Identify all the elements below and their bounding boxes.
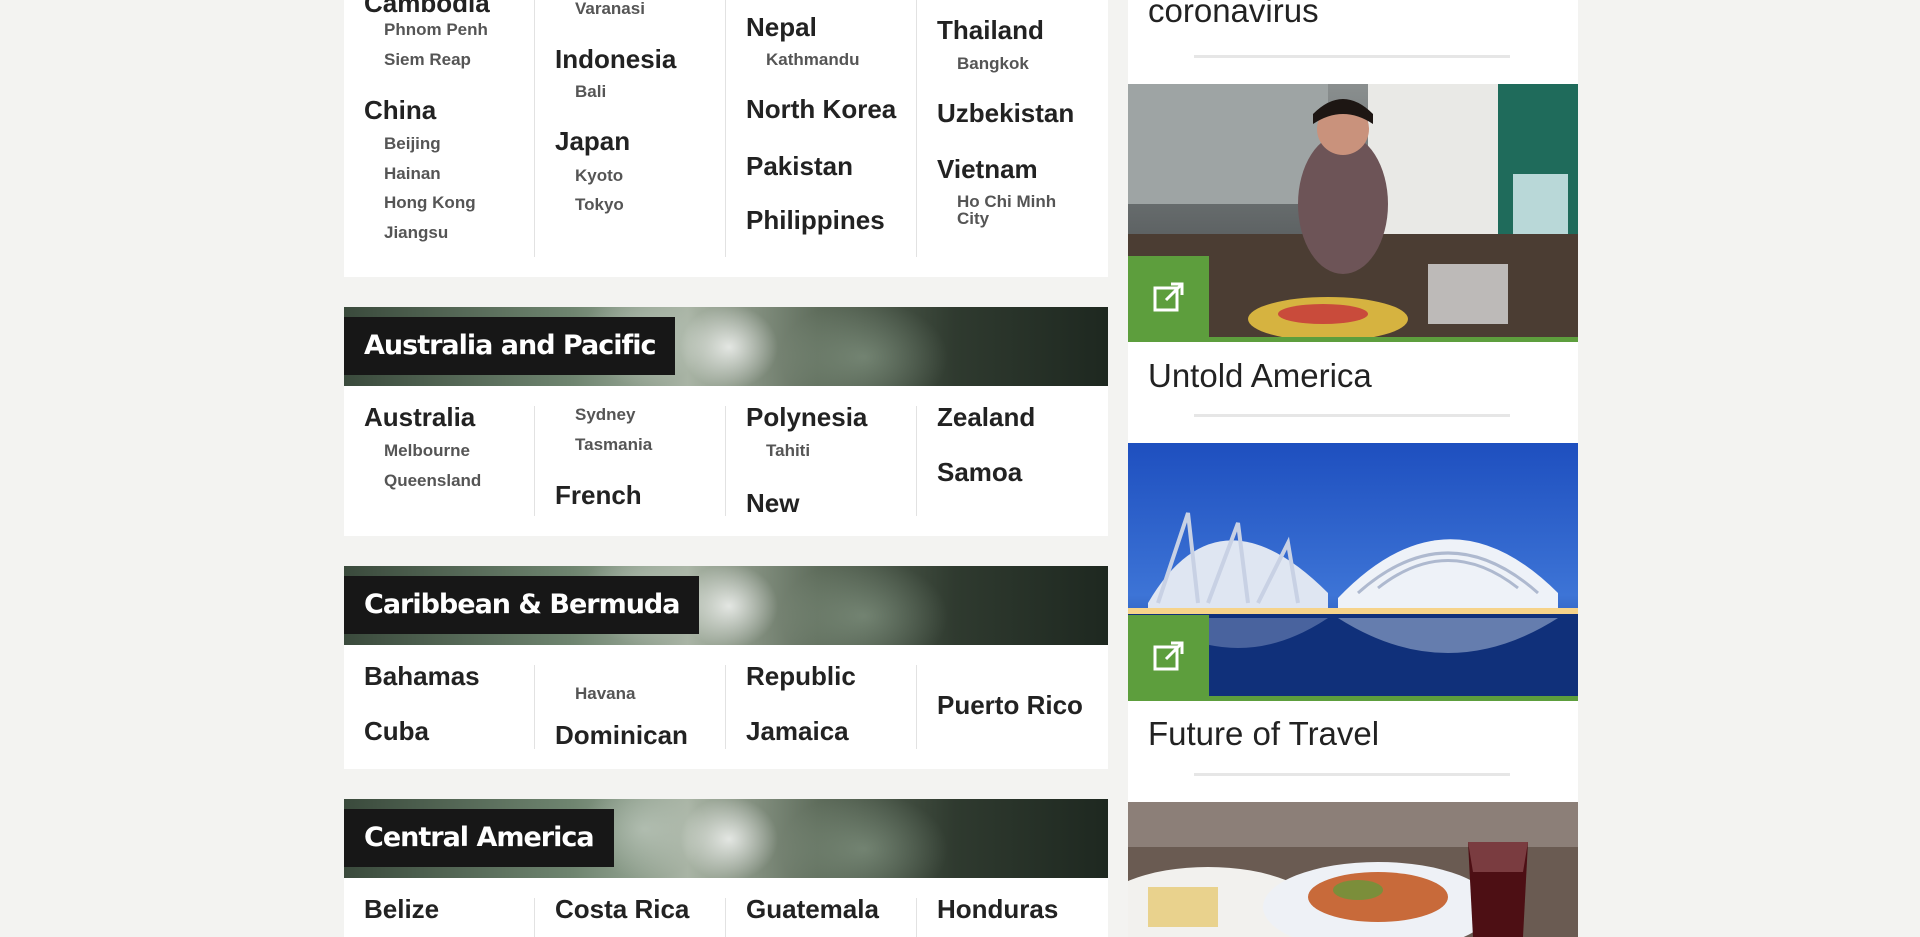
city-link[interactable]: Varanasi: [575, 0, 645, 17]
country-puerto-rico[interactable]: Puerto Rico: [937, 690, 1083, 721]
city-link[interactable]: Bali: [575, 83, 606, 100]
central-column-2: Costa Rica: [535, 894, 726, 937]
country-cuba[interactable]: Cuba: [364, 716, 429, 747]
country-nepal[interactable]: Nepal: [746, 12, 817, 43]
city-link[interactable]: Ho Chi Minh: [957, 193, 1056, 210]
country-north-korea[interactable]: North Korea: [746, 94, 896, 125]
city-link[interactable]: Phnom Penh: [384, 21, 488, 38]
country-uzbekistan[interactable]: Uzbekistan: [937, 98, 1074, 129]
external-link-icon: [1153, 282, 1183, 311]
central-column-4: Honduras: [917, 894, 1108, 937]
city-link[interactable]: Hainan: [384, 165, 441, 182]
country-new-zealand[interactable]: Zealand: [937, 402, 1035, 433]
asia-column-4: Thailand Bangkok Uzbekistan Vietnam Ho C…: [917, 0, 1108, 257]
country-japan[interactable]: Japan: [555, 126, 630, 157]
city-link[interactable]: City: [957, 210, 989, 227]
central-column-1: Belize: [344, 894, 535, 937]
australia-column-3: Polynesia Tahiti New: [726, 402, 917, 519]
country-honduras[interactable]: Honduras: [937, 894, 1058, 925]
region-banner-australia: Australia and Pacific: [344, 307, 1108, 386]
divider: [1194, 55, 1510, 58]
story-title-coronavirus[interactable]: coronavirus: [1148, 0, 1319, 30]
city-link[interactable]: Tokyo: [575, 196, 624, 213]
country-dominican-republic[interactable]: Dominican: [555, 720, 688, 751]
city-link[interactable]: Jiangsu: [384, 224, 448, 241]
city-link[interactable]: Tasmania: [575, 436, 652, 453]
region-asia: Cambodia Phnom Penh Siem Reap China Beij…: [344, 0, 1108, 277]
region-banner-caribbean: Caribbean & Bermuda: [344, 566, 1108, 645]
asia-column-2: Varanasi Indonesia Bali Japan Kyoto Toky…: [535, 0, 726, 257]
country-indonesia[interactable]: Indonesia: [555, 44, 676, 75]
story-title-future-of-travel[interactable]: Future of Travel: [1148, 715, 1379, 753]
sidebar-stories: coronavirus Untold America Future of Tra…: [1128, 0, 1578, 937]
country-bahamas[interactable]: Bahamas: [364, 661, 480, 692]
country-dominican-republic[interactable]: Republic: [746, 661, 856, 692]
country-french-polynesia[interactable]: French: [555, 480, 642, 511]
australia-column-1: Australia Melbourne Queensland: [344, 402, 535, 516]
country-french-polynesia[interactable]: Polynesia: [746, 402, 867, 433]
green-accent-bar: [1128, 696, 1578, 701]
region-title: Central America: [344, 809, 614, 867]
country-china[interactable]: China: [364, 95, 436, 126]
caribbean-column-4: Puerto Rico: [917, 665, 1108, 749]
country-costa-rica[interactable]: Costa Rica: [555, 894, 689, 925]
city-link[interactable]: Bangkok: [957, 55, 1029, 72]
region-caribbean: Bahamas Cuba Havana Dominican Republic J…: [344, 645, 1108, 769]
external-link-badge[interactable]: [1128, 256, 1209, 337]
country-jamaica[interactable]: Jamaica: [746, 716, 849, 747]
city-link[interactable]: Hong Kong: [384, 194, 476, 211]
asia-column-3: Nepal Kathmandu North Korea Pakistan Phi…: [726, 0, 917, 257]
australia-column-4: Zealand Samoa: [917, 402, 1108, 516]
caribbean-column-3: Republic Jamaica: [726, 661, 917, 749]
region-title: Caribbean & Bermuda: [344, 576, 700, 634]
country-vietnam[interactable]: Vietnam: [937, 154, 1038, 185]
divider: [1194, 773, 1510, 776]
country-thailand[interactable]: Thailand: [937, 15, 1044, 46]
divider: [1194, 414, 1510, 417]
story-image-food[interactable]: [1128, 802, 1578, 937]
city-link[interactable]: Kathmandu: [766, 51, 860, 68]
country-new-zealand[interactable]: New: [746, 488, 799, 519]
city-link[interactable]: Kyoto: [575, 167, 623, 184]
city-link[interactable]: Sydney: [575, 406, 635, 423]
caribbean-column-1: Bahamas Cuba: [344, 661, 535, 749]
city-link[interactable]: Queensland: [384, 472, 481, 489]
page: Cambodia Phnom Penh Siem Reap China Beij…: [0, 0, 1920, 937]
country-belize[interactable]: Belize: [364, 894, 439, 925]
photo-food-table: [1128, 802, 1578, 937]
country-philippines[interactable]: Philippines: [746, 205, 885, 236]
external-link-icon: [1153, 641, 1183, 670]
region-banner-central-america: Central America: [344, 799, 1108, 878]
green-accent-bar: [1128, 337, 1578, 342]
country-cambodia[interactable]: Cambodia: [364, 0, 490, 19]
region-australia: Australia Melbourne Queensland Sydney Ta…: [344, 386, 1108, 536]
australia-column-2: Sydney Tasmania French: [535, 406, 726, 516]
country-guatemala[interactable]: Guatemala: [746, 894, 879, 925]
country-pakistan[interactable]: Pakistan: [746, 151, 853, 182]
asia-column-1: Cambodia Phnom Penh Siem Reap China Beij…: [344, 0, 535, 257]
city-link[interactable]: Siem Reap: [384, 51, 471, 68]
central-column-3: Guatemala: [726, 894, 917, 937]
region-title: Australia and Pacific: [344, 317, 676, 375]
country-samoa[interactable]: Samoa: [937, 457, 1022, 488]
city-link[interactable]: Tahiti: [766, 442, 810, 459]
region-central-america: Belize Costa Rica Guatemala Honduras: [344, 878, 1108, 937]
caribbean-column-2: Havana Dominican: [535, 665, 726, 751]
story-title-untold-america[interactable]: Untold America: [1148, 357, 1372, 395]
country-australia[interactable]: Australia: [364, 402, 475, 433]
city-link[interactable]: Havana: [575, 685, 635, 702]
external-link-badge[interactable]: [1128, 615, 1209, 696]
city-link[interactable]: Beijing: [384, 135, 441, 152]
city-link[interactable]: Melbourne: [384, 442, 470, 459]
